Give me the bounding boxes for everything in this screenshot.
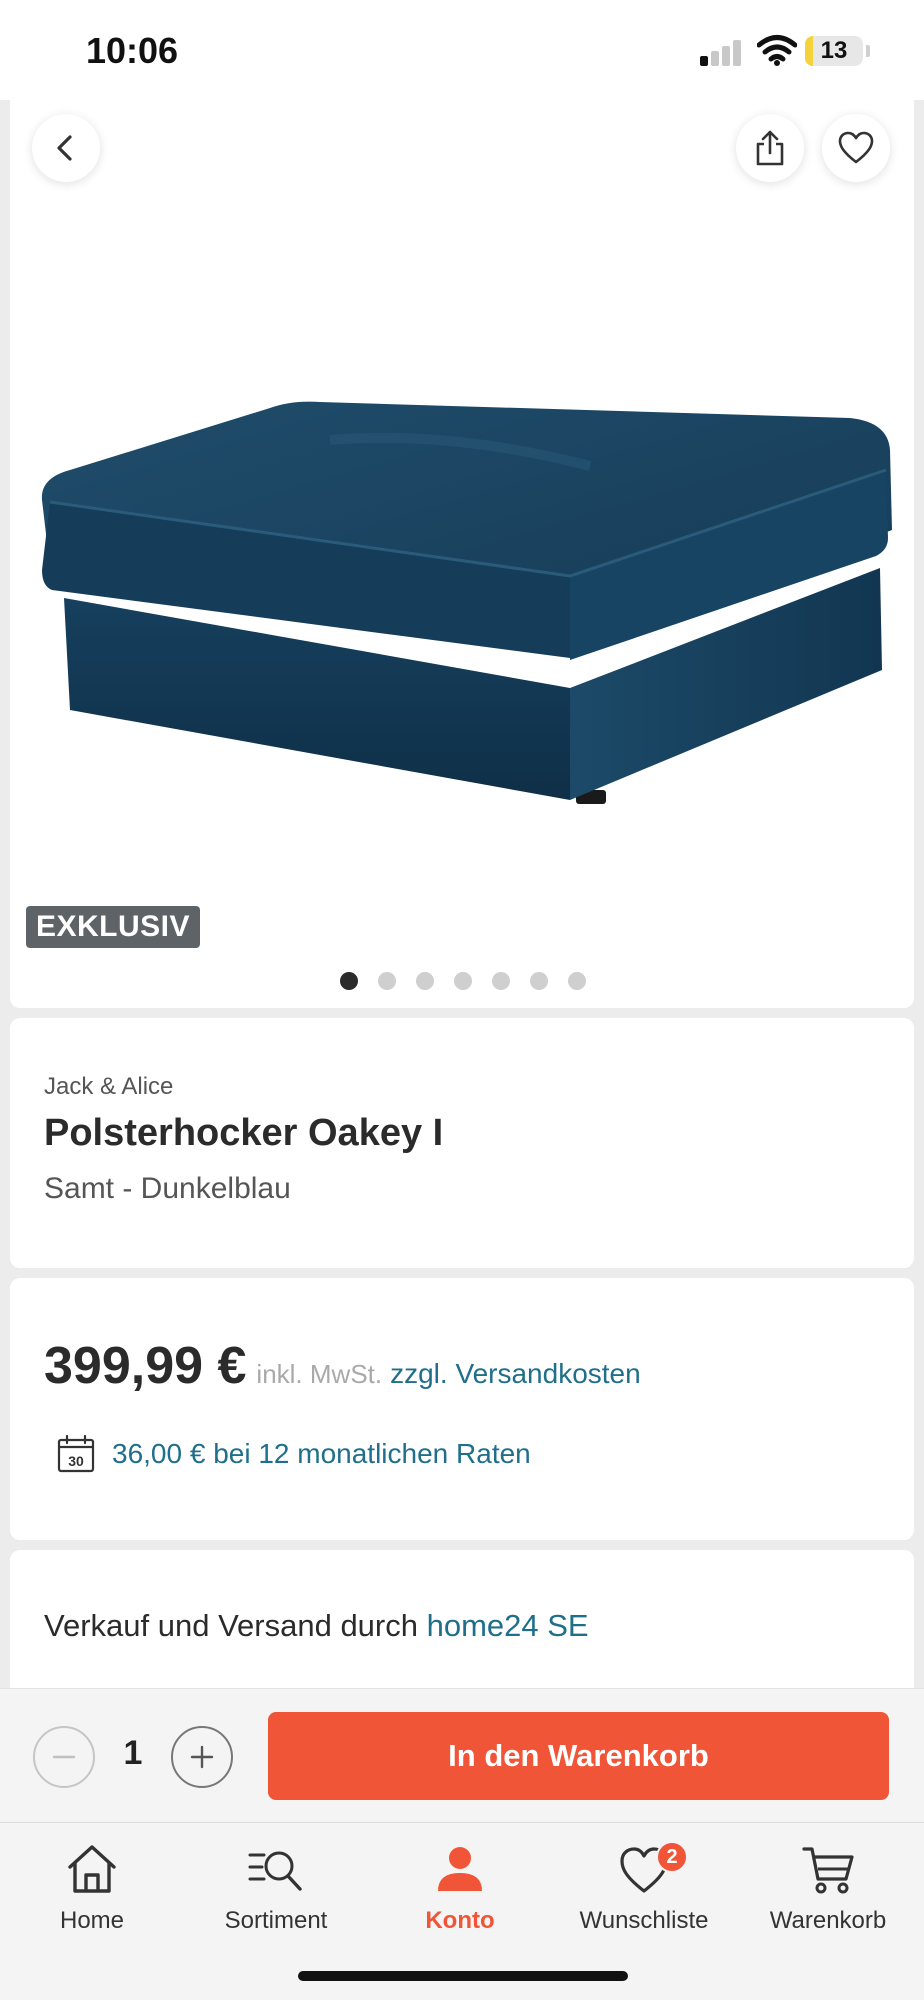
status-bar: 10:06 13	[0, 0, 924, 100]
plus-icon	[190, 1745, 214, 1769]
wifi-icon	[757, 35, 797, 66]
add-to-cart-bar: 1 In den Warenkorb	[0, 1688, 924, 1822]
tab-wunschliste-label: Wunschliste	[579, 1907, 709, 1934]
gallery-dot[interactable]	[530, 972, 548, 990]
tab-warenkorb[interactable]: Warenkorb	[736, 1833, 920, 1943]
battery-indicator: 13	[805, 36, 863, 66]
price-card: 399,99 € inkl. MwSt. zzgl. Versandkosten…	[10, 1278, 914, 1540]
seller-prefix: Verkauf und Versand durch	[44, 1608, 418, 1643]
gallery-dot[interactable]	[568, 972, 586, 990]
wishlist-button[interactable]	[822, 114, 890, 182]
gallery-dot[interactable]	[492, 972, 510, 990]
gallery-pagination[interactable]	[340, 972, 586, 990]
tab-home[interactable]: Home	[0, 1833, 184, 1943]
brand-name[interactable]: Jack & Alice	[44, 1073, 173, 1101]
exclusive-badge: EXKLUSIV	[26, 906, 201, 948]
tab-konto[interactable]: Konto	[368, 1833, 552, 1943]
gallery-dot[interactable]	[454, 972, 472, 990]
quantity-increase-button[interactable]	[171, 1726, 233, 1788]
price: 399,99 €	[44, 1337, 247, 1395]
shipping-costs-link[interactable]: zzgl. Versandkosten	[390, 1358, 641, 1390]
bottom-tab-bar: Home Sortiment Konto 2 Wunschliste Waren…	[0, 1822, 924, 2000]
installment-link[interactable]: 36,00 € bei 12 monatlichen Raten	[112, 1438, 531, 1470]
product-gallery[interactable]: EXKLUSIV	[10, 0, 914, 1008]
home-indicator	[298, 1971, 628, 1981]
cart-icon	[802, 1847, 854, 1894]
wishlist-count-badge: 2	[656, 1841, 688, 1873]
gallery-dot[interactable]	[416, 972, 434, 990]
signal-icon	[700, 40, 744, 66]
gallery-dot[interactable]	[340, 972, 358, 990]
back-button[interactable]	[32, 114, 100, 182]
seller-row: Verkauf und Versand durch home24 SE	[44, 1608, 589, 1644]
gallery-dot[interactable]	[378, 972, 396, 990]
tab-home-label: Home	[59, 1907, 125, 1934]
account-icon	[438, 1847, 482, 1891]
quantity-decrease-button[interactable]	[33, 1726, 95, 1788]
tab-sortiment-label: Sortiment	[224, 1907, 328, 1934]
price-row: 399,99 € inkl. MwSt. zzgl. Versandkosten	[44, 1336, 641, 1396]
catalog-search-icon	[248, 1851, 302, 1891]
tab-warenkorb-label: Warenkorb	[769, 1907, 887, 1934]
installment-row[interactable]: 30 36,00 € bei 12 monatlichen Raten	[56, 1434, 531, 1474]
status-time: 10:06	[86, 30, 179, 71]
tab-konto-label: Konto	[425, 1907, 495, 1934]
share-icon	[756, 130, 784, 166]
vat-note: inkl. MwSt.	[256, 1359, 383, 1389]
heart-icon	[838, 131, 874, 164]
product-image[interactable]	[30, 370, 900, 830]
battery-tip	[866, 45, 870, 57]
calendar-day: 30	[68, 1453, 84, 1469]
seller-link[interactable]: home24 SE	[427, 1608, 589, 1643]
product-variant: Samt - Dunkelblau	[44, 1172, 291, 1205]
seller-card: Verkauf und Versand durch home24 SE	[10, 1550, 914, 1700]
quantity-value: 1	[123, 1734, 143, 1772]
chevron-left-icon	[57, 135, 72, 161]
share-button[interactable]	[736, 114, 804, 182]
calendar-icon: 30	[57, 1434, 95, 1473]
minus-icon	[52, 1755, 76, 1759]
product-info-card: Jack & Alice Polsterhocker Oakey I Samt …	[10, 1018, 914, 1268]
home-icon	[68, 1845, 116, 1893]
tab-sortiment[interactable]: Sortiment	[184, 1833, 368, 1943]
add-to-cart-button[interactable]: In den Warenkorb	[268, 1712, 889, 1800]
battery-level: 13	[820, 37, 848, 64]
tab-wunschliste[interactable]: 2 Wunschliste	[552, 1833, 736, 1943]
product-title: Polsterhocker Oakey I	[44, 1112, 444, 1154]
